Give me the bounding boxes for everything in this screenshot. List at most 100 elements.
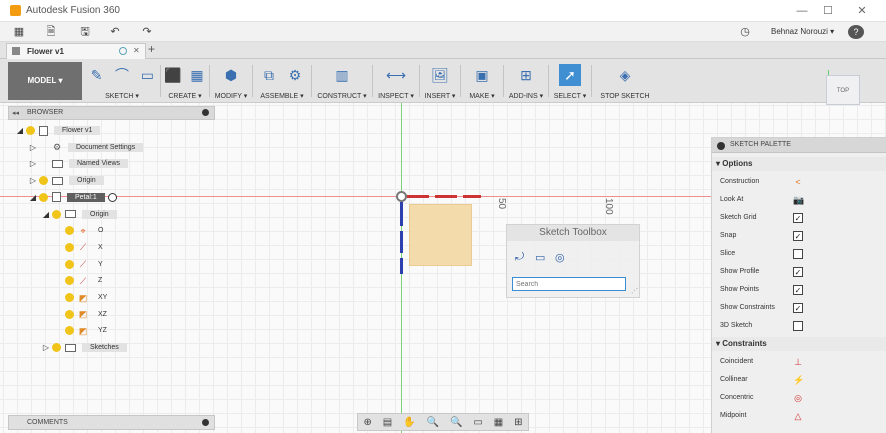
visibility-bulb-icon[interactable] [52, 209, 61, 219]
sketch-toolbox-title[interactable]: Sketch Toolbox [507, 225, 639, 241]
expand-arrow-icon[interactable]: ▷ [42, 343, 50, 352]
toolbar-group-label[interactable]: CREATE ▾ [163, 92, 207, 100]
palette-option-icon[interactable]: < [793, 177, 803, 187]
visibility-bulb-icon[interactable] [39, 176, 48, 186]
data-panel-grid-icon[interactable]: ▦ [8, 24, 30, 40]
browser-item[interactable]: ◩ XZ [55, 308, 111, 321]
palette-option-sketch-grid[interactable]: Sketch Grid ✓ [712, 209, 886, 227]
sketch-line-segment[interactable] [463, 195, 481, 198]
checkbox[interactable]: ✓ [793, 285, 803, 295]
constraint-coincident[interactable]: Coincident ⊥ [712, 353, 886, 371]
browser-item[interactable]: ◩ YZ [55, 324, 111, 337]
expand-arrow-icon[interactable]: ◢ [42, 210, 50, 219]
expand-arrow-icon[interactable]: ▷ [29, 143, 37, 152]
expand-arrow-icon[interactable]: ◢ [29, 193, 37, 202]
toolbox-search-input[interactable] [512, 277, 626, 291]
toolbar-group-label[interactable]: CONSTRUCT ▾ [314, 92, 370, 100]
visibility-bulb-icon[interactable] [52, 343, 61, 353]
collapse-browser-icon[interactable]: ◂◂ [12, 109, 19, 117]
toolbar-group-label[interactable]: SKETCH ▾ [86, 92, 158, 100]
toolbar-group-sketch[interactable]: ✎ ⌒ ▭ SKETCH ▾ [86, 62, 158, 101]
toolbar-tool-icon[interactable]: ⊞ [515, 64, 537, 86]
toolbar-group-label[interactable]: MODIFY ▾ [212, 92, 250, 100]
constraint-icon[interactable]: ⚡ [793, 375, 804, 385]
toolbar-group-label[interactable]: STOP SKETCH [594, 93, 656, 100]
browser-item[interactable]: ▷ ⚙ Document Settings [29, 141, 144, 154]
palette-option-show-profile[interactable]: Show Profile ✓ [712, 263, 886, 281]
checkbox[interactable] [793, 249, 803, 259]
nav-tool-icon[interactable]: ✋ [403, 417, 415, 428]
visibility-bulb-icon[interactable] [65, 242, 74, 252]
toolbar-tool-icon[interactable]: ◈ [614, 64, 636, 86]
visibility-bulb-icon[interactable] [65, 226, 74, 236]
nav-tool-icon[interactable]: 🔍 [427, 417, 439, 428]
circle-tool-icon[interactable]: ◎ [555, 251, 565, 264]
nav-tool-icon[interactable]: ⊞ [514, 417, 522, 428]
nav-tool-icon[interactable]: ▦ [494, 417, 503, 428]
browser-item[interactable]: ⟋ Y [55, 258, 107, 271]
browser-item[interactable]: ⌖ O [55, 224, 107, 237]
toolbar-tool-icon[interactable]: ✎ [86, 64, 107, 86]
expand-arrow-icon[interactable]: ▷ [29, 176, 37, 185]
constraint-icon[interactable]: ◎ [793, 393, 803, 403]
close-tab-icon[interactable]: ✕ [133, 46, 140, 55]
toolbar-group-create[interactable]: ⬛ ▦ CREATE ▾ [163, 62, 207, 101]
browser-item[interactable]: ⟋ Z [55, 274, 106, 287]
sketch-line-segment[interactable] [435, 195, 457, 198]
palette-option-slice[interactable]: Slice [712, 245, 886, 263]
expand-arrow-icon[interactable]: ▷ [29, 159, 37, 168]
browser-item[interactable]: ▷ Origin [29, 174, 104, 187]
toolbar-group-assemble[interactable]: ⧉ ⚙ ASSEMBLE ▾ [255, 62, 309, 101]
nav-tool-icon[interactable]: ▭ [473, 417, 482, 428]
sketch-origin-point[interactable] [396, 191, 407, 202]
nav-tool-icon[interactable]: ▤ [383, 417, 392, 428]
palette-option-show-constraints[interactable]: Show Constraints ✓ [712, 299, 886, 317]
palette-option-show-points[interactable]: Show Points ✓ [712, 281, 886, 299]
close-button[interactable]: ✕ [848, 3, 876, 19]
toolbar-tool-icon[interactable]: ⬛ [163, 64, 183, 86]
sketch-palette-header[interactable]: SKETCH PALETTE [712, 138, 886, 153]
new-tab-icon[interactable]: + [148, 42, 155, 56]
toolbar-tool-icon[interactable]: ⟷ [385, 64, 407, 86]
toolbar-group-stopsketch[interactable]: ◈ STOP SKETCH [594, 62, 656, 101]
toolbar-group-label[interactable]: MAKE ▾ [463, 92, 501, 100]
toolbar-group-label[interactable]: ASSEMBLE ▾ [255, 92, 309, 100]
toolbar-group-select[interactable]: ➚ SELECT ▾ [551, 62, 589, 100]
checkbox[interactable]: ✓ [793, 231, 803, 241]
toolbar-tool-icon[interactable]: ⚙ [284, 64, 306, 86]
palette-option-icon[interactable]: 📷 [793, 195, 804, 205]
toolbar-tool-icon[interactable]: ⬢ [220, 64, 242, 86]
toolbar-tool-icon[interactable]: ⧉ [258, 64, 280, 86]
constraint-collinear[interactable]: Collinear ⚡ [712, 371, 886, 389]
sketch-line-segment[interactable] [400, 231, 403, 253]
toolbar-group-modify[interactable]: ⬢ MODIFY ▾ [212, 62, 250, 101]
comments-pin-icon[interactable] [202, 419, 209, 426]
constraint-icon[interactable]: ⊥ [793, 357, 803, 367]
visibility-bulb-icon[interactable] [26, 126, 35, 135]
browser-item[interactable]: ⟋ X [55, 241, 107, 254]
toolbar-tool-icon[interactable]: ▭ [137, 64, 158, 86]
palette-option-construction[interactable]: Construction < [712, 173, 886, 191]
nav-tool-icon[interactable]: 🔍 [450, 417, 462, 428]
sketch-profile[interactable] [409, 204, 472, 266]
constraint-icon[interactable]: △ [793, 411, 803, 421]
browser-header[interactable]: ◂◂ BROWSER [8, 106, 215, 120]
expand-arrow-icon[interactable]: ◢ [16, 126, 24, 135]
visibility-bulb-icon[interactable] [39, 192, 48, 202]
redo-icon[interactable]: ↷ [136, 24, 158, 40]
toolbar-group-label[interactable]: SELECT ▾ [551, 92, 589, 100]
workspace-switcher-button[interactable]: MODEL ▾ [8, 62, 82, 100]
visibility-bulb-icon[interactable] [65, 309, 74, 319]
arc-tool-icon[interactable]: ⤾ [515, 251, 524, 264]
toolbar-group-label[interactable]: ADD-INS ▾ [506, 92, 546, 100]
sketch-line-segment[interactable] [400, 202, 403, 226]
job-status-clock-icon[interactable]: ◷ [734, 24, 756, 40]
toolbar-tool-icon[interactable]: ⌒ [111, 64, 132, 86]
visibility-bulb-icon[interactable] [65, 259, 74, 269]
visibility-bulb-icon[interactable] [65, 276, 74, 286]
constraints-section-header[interactable]: ▾ Constraints [712, 337, 886, 351]
toolbar-tool-icon[interactable]: ➚ [559, 64, 581, 86]
browser-item[interactable]: ◢ Origin [42, 208, 117, 221]
activate-component-icon[interactable] [107, 192, 117, 202]
checkbox[interactable]: ✓ [793, 267, 803, 277]
